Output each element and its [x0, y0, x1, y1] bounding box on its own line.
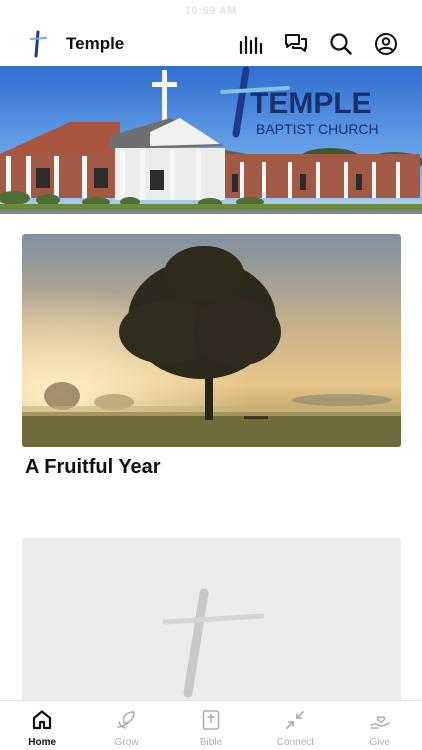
tab-bible[interactable]: Bible	[169, 701, 253, 750]
tab-grow[interactable]: Grow	[84, 701, 168, 750]
app-title: Temple	[66, 34, 125, 53]
tab-home[interactable]: Home	[0, 701, 84, 750]
tab-bible-label: Bible	[199, 737, 223, 748]
tab-give-label: Give	[369, 737, 391, 748]
connect-arrows-icon	[283, 708, 307, 732]
feature-card-title[interactable]: A Fruitful Year	[25, 456, 161, 479]
tab-connect[interactable]: Connect	[253, 701, 337, 750]
status-time: 10:59 AM	[185, 5, 237, 17]
banner-text-baptist-church: BAPTIST CHURCH	[256, 121, 379, 137]
leaf-hand-icon	[115, 708, 139, 732]
app-header: Temple	[0, 22, 422, 66]
tab-give[interactable]: Give	[338, 701, 422, 750]
bars-audio-icon[interactable]	[228, 26, 273, 62]
banner-text-temple: TEMPLE	[250, 87, 372, 120]
chat-bubbles-icon[interactable]	[273, 26, 318, 62]
search-icon[interactable]	[318, 26, 363, 62]
placeholder-cross-icon	[162, 588, 265, 698]
feature-card-image[interactable]	[22, 234, 401, 447]
bible-icon	[199, 708, 223, 732]
status-bar: 10:59 AM	[0, 0, 422, 22]
tab-grow-label: Grow	[114, 737, 139, 748]
bottom-tab-bar: Home Grow Bible Connect Give	[0, 700, 422, 750]
church-logo-icon	[24, 28, 56, 60]
profile-icon[interactable]	[363, 26, 408, 62]
church-banner-image: TEMPLE BAPTIST CHURCH	[0, 66, 422, 214]
give-heart-icon	[368, 708, 392, 732]
tab-home-label: Home	[28, 737, 57, 748]
placeholder-card[interactable]	[22, 538, 401, 708]
tab-connect-label: Connect	[276, 737, 315, 748]
home-icon	[30, 708, 54, 732]
